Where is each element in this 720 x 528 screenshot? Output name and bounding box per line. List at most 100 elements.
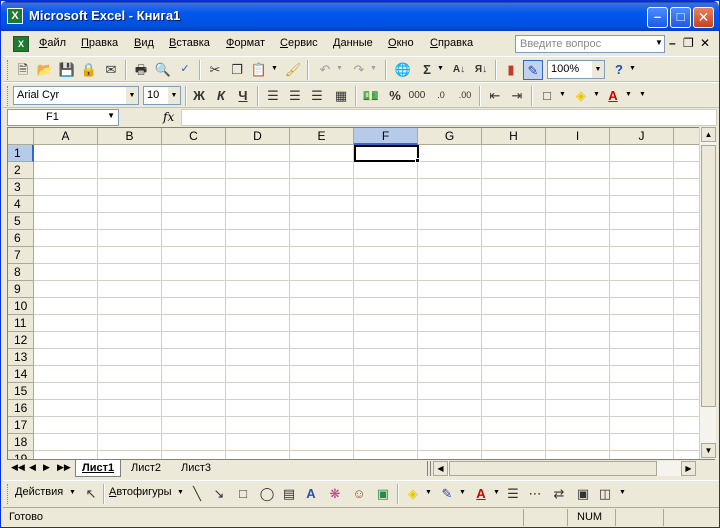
scroll-left-icon[interactable]: ◀	[433, 461, 448, 476]
row-header[interactable]: 2	[8, 162, 34, 179]
decrease-indent-icon[interactable]: ⇤	[485, 86, 505, 106]
font-color-icon[interactable]: A	[603, 86, 623, 106]
toolbar-options-icon[interactable]: ▼	[619, 489, 626, 496]
column-header[interactable]: B	[98, 128, 162, 145]
row-header[interactable]: 15	[8, 383, 34, 400]
chevron-down-icon[interactable]: ▼	[168, 87, 180, 104]
undo-dropdown-icon[interactable]: ▼	[336, 65, 343, 72]
copy-icon[interactable]: ❐	[227, 60, 247, 80]
font-color-dropdown-icon[interactable]: ▼	[625, 91, 632, 98]
format-painter-icon[interactable]: 🖌	[283, 60, 303, 80]
autosum-dropdown-icon[interactable]: ▼	[437, 65, 444, 72]
align-center-icon[interactable]: ☰	[285, 86, 305, 106]
menu-file[interactable]: Файл	[39, 37, 66, 49]
paste-icon[interactable]: 📋	[249, 60, 269, 80]
column-header[interactable]: E	[290, 128, 354, 145]
column-header[interactable]: I	[546, 128, 610, 145]
toolbar-options-icon[interactable]: ▼	[639, 91, 646, 98]
align-left-icon[interactable]: ☰	[263, 86, 283, 106]
scroll-right-icon[interactable]: ▶	[681, 461, 696, 476]
doc-restore-button[interactable]: ❐	[683, 36, 694, 50]
redo-icon[interactable]: ↷	[349, 60, 369, 80]
line-color-icon[interactable]: ✎	[437, 484, 457, 504]
redo-dropdown-icon[interactable]: ▼	[370, 65, 377, 72]
thousands-separator-button[interactable]: 000	[407, 86, 427, 106]
line-style-icon[interactable]: ☰	[503, 484, 523, 504]
row-header[interactable]: 7	[8, 247, 34, 264]
sheet-tab[interactable]: Лист2	[125, 460, 167, 477]
row-header[interactable]: 16	[8, 400, 34, 417]
hyperlink-icon[interactable]: 🌐	[393, 60, 413, 80]
last-sheet-icon[interactable]: ▶▶	[57, 462, 71, 473]
sheet-tab[interactable]: Лист1	[75, 460, 122, 477]
horizontal-scrollbar[interactable]: ◀ ▶	[433, 461, 696, 476]
currency-icon[interactable]: 💵	[361, 86, 381, 106]
row-header[interactable]: 3	[8, 179, 34, 196]
menu-insert[interactable]: Вставка	[169, 37, 210, 49]
drawing-toggle-icon[interactable]: ✎	[523, 60, 543, 80]
first-sheet-icon[interactable]: ◀◀	[11, 462, 25, 473]
workbook-control-icon[interactable]: X	[13, 36, 29, 52]
align-right-icon[interactable]: ☰	[307, 86, 327, 106]
font-name-select[interactable]: Arial Cyr ▼	[13, 86, 139, 105]
row-header[interactable]: 8	[8, 264, 34, 281]
scroll-down-icon[interactable]: ▼	[701, 443, 716, 458]
draw-font-color-icon[interactable]: A	[471, 484, 491, 504]
paste-dropdown-icon[interactable]: ▼	[271, 65, 278, 72]
diagram-icon[interactable]: ❋	[325, 484, 345, 504]
row-header[interactable]: 6	[8, 230, 34, 247]
chevron-down-icon[interactable]: ▼	[592, 61, 604, 78]
excel-icon[interactable]: X	[7, 8, 23, 24]
maximize-button[interactable]: □	[670, 7, 691, 28]
row-header[interactable]: 11	[8, 315, 34, 332]
dash-style-icon[interactable]: ⋯	[525, 484, 545, 504]
help-dropdown-icon[interactable]: ▼	[629, 65, 636, 72]
tab-split-handle[interactable]	[427, 461, 431, 476]
menu-tools[interactable]: Сервис	[280, 37, 318, 49]
shadow-style-icon[interactable]: ▣	[573, 484, 593, 504]
formula-input[interactable]	[181, 109, 717, 126]
cell-area[interactable]	[34, 145, 699, 459]
vertical-scroll-thumb[interactable]	[701, 145, 716, 407]
row-header[interactable]: 13	[8, 349, 34, 366]
prev-sheet-icon[interactable]: ◀	[29, 462, 36, 473]
sort-descending-icon[interactable]: Я↓	[471, 60, 491, 80]
next-sheet-icon[interactable]: ▶	[43, 462, 50, 473]
oval-icon[interactable]: ◯	[257, 484, 277, 504]
title-bar[interactable]: X Microsoft Excel - Книга1 – □ ✕	[1, 1, 719, 31]
help-question-input[interactable]: Введите вопрос	[515, 35, 665, 53]
chevron-down-icon[interactable]: ▼	[107, 111, 115, 120]
toolbar-grip[interactable]	[7, 60, 10, 80]
name-box[interactable]: F1 ▼	[7, 109, 119, 126]
row-header[interactable]: 5	[8, 213, 34, 230]
wordart-icon[interactable]: A	[301, 484, 321, 504]
spelling-icon[interactable]: ✓	[175, 60, 195, 80]
open-folder-icon[interactable]: 📂	[35, 60, 55, 80]
column-header[interactable]: D	[226, 128, 290, 145]
rectangle-icon[interactable]: □	[233, 484, 253, 504]
fill-color-icon[interactable]: ◈	[571, 86, 591, 106]
toolbar-grip[interactable]	[7, 86, 10, 106]
text-box-icon[interactable]: ▤	[279, 484, 299, 504]
active-cell[interactable]	[354, 145, 419, 162]
underline-button[interactable]: Ч	[233, 86, 253, 106]
column-header[interactable]: C	[162, 128, 226, 145]
menu-view[interactable]: Вид	[134, 37, 154, 49]
chart-wizard-icon[interactable]: ▮	[501, 60, 521, 80]
menu-window[interactable]: Окно	[388, 37, 414, 49]
horizontal-scroll-thumb[interactable]	[449, 461, 657, 476]
chevron-down-icon[interactable]: ▼	[493, 489, 500, 496]
menu-help[interactable]: Справка	[430, 37, 473, 49]
chevron-down-icon[interactable]: ▼	[655, 38, 663, 47]
chevron-down-icon[interactable]: ▼	[177, 489, 184, 496]
sort-ascending-icon[interactable]: A↓	[449, 60, 469, 80]
insert-picture-icon[interactable]: ▣	[373, 484, 393, 504]
new-document-icon[interactable]: 🗎	[13, 60, 33, 80]
print-preview-icon[interactable]: 🔍	[153, 60, 173, 80]
row-header[interactable]: 12	[8, 332, 34, 349]
chevron-down-icon[interactable]: ▼	[425, 489, 432, 496]
row-header[interactable]: 4	[8, 196, 34, 213]
italic-button[interactable]: К	[211, 86, 231, 106]
row-header[interactable]: 9	[8, 281, 34, 298]
font-size-select[interactable]: 10 ▼	[143, 86, 181, 105]
